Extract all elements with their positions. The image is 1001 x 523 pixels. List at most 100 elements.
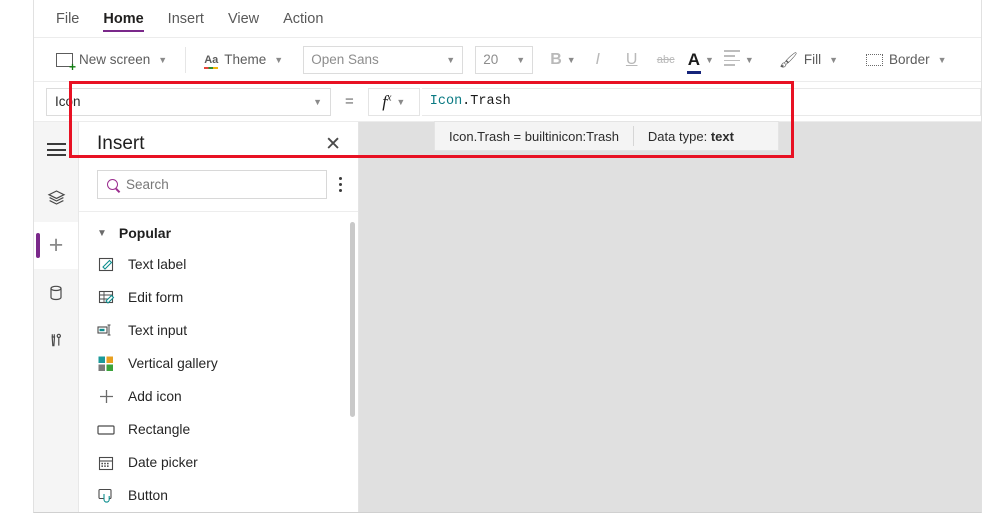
menu-item-action[interactable]: Action xyxy=(271,0,335,37)
font-size-group: 20 ▼ xyxy=(469,38,539,81)
italic-label: I xyxy=(595,50,600,68)
new-screen-group: + New screen ▼ xyxy=(42,38,181,81)
studio-body: + Insert ✕ Search ▼ Popular Text label E… xyxy=(34,122,981,512)
insert-panel: Insert ✕ Search ▼ Popular Text label Edi… xyxy=(79,122,359,512)
date-picker-icon xyxy=(97,455,115,471)
data-type-label: Data type: xyxy=(647,128,708,144)
underline-button[interactable]: U xyxy=(615,45,649,75)
theme-label: Theme xyxy=(224,52,267,67)
data-type-value: text xyxy=(710,128,734,144)
panel-scrollbar-thumb[interactable] xyxy=(350,222,355,417)
rail-button-menu[interactable] xyxy=(34,128,78,175)
font-size-value: 20 xyxy=(483,52,499,67)
panel-scrollbar[interactable] xyxy=(350,222,355,504)
bold-button[interactable]: B ▼ xyxy=(545,45,580,75)
insert-item-date-picker[interactable]: Date picker xyxy=(79,446,358,479)
fill-label: Fill xyxy=(803,52,822,67)
insert-item-label: Text input xyxy=(128,323,188,338)
property-select[interactable]: Icon ▼ xyxy=(46,87,331,116)
section-header-popular[interactable]: ▼ Popular xyxy=(79,218,358,248)
chevron-down-icon: ▼ xyxy=(313,96,322,107)
formula-token-object: Icon xyxy=(429,94,463,109)
chevron-down-icon: ▼ xyxy=(446,54,456,65)
layers-icon xyxy=(47,190,65,205)
chevron-down-icon: ▼ xyxy=(516,54,526,65)
insert-item-edit-form[interactable]: Edit form xyxy=(79,281,358,314)
equals-sign: = xyxy=(345,93,354,110)
fx-label: fx xyxy=(382,91,392,111)
font-family-value: Open Sans xyxy=(311,52,379,67)
text-input-icon xyxy=(97,322,115,339)
chevron-down-icon: ▼ xyxy=(396,96,406,107)
text-format-group: B ▼ I U abc A ▼ ▼ xyxy=(539,38,765,81)
border-group: Border ▼ xyxy=(852,38,960,81)
rail-button-insert[interactable]: + xyxy=(34,222,78,269)
insert-search-row: Search xyxy=(79,166,358,212)
more-options-icon[interactable] xyxy=(333,174,348,195)
strikethrough-label: abc xyxy=(656,53,675,66)
insert-item-button[interactable]: Button xyxy=(79,479,358,512)
italic-button[interactable]: I xyxy=(581,45,615,75)
font-color-icon: A xyxy=(686,49,702,74)
border-button[interactable]: Border ▼ xyxy=(858,47,954,72)
app-canvas: Yvonne McKay (sample) someone_a@example.… xyxy=(359,122,981,512)
chevron-down-icon: ▼ xyxy=(704,54,714,65)
database-icon xyxy=(50,285,62,300)
formula-input[interactable]: Icon .Trash xyxy=(421,87,981,116)
font-size-select[interactable]: 20 ▼ xyxy=(475,45,534,74)
insert-item-label: Add icon xyxy=(128,389,182,404)
insert-item-text-input[interactable]: Text input xyxy=(79,314,358,347)
insert-item-label: Vertical gallery xyxy=(128,356,218,371)
hamburger-icon xyxy=(46,143,66,160)
formula-bar: Icon ▼ = fx ▼ Icon .Trash xyxy=(34,82,981,122)
formula-intellisense-tooltip: Icon.Trash = builtinicon:Trash Data type… xyxy=(434,121,779,151)
menu-item-insert[interactable]: Insert xyxy=(156,0,216,37)
new-screen-button[interactable]: + New screen ▼ xyxy=(48,47,175,73)
fill-button[interactable]: 🖌 Fill ▼ xyxy=(771,46,846,74)
insert-item-add-icon[interactable]: Add icon xyxy=(79,380,358,413)
search-input[interactable]: Search xyxy=(97,170,327,199)
chevron-down-icon: ▼ xyxy=(274,54,284,65)
intellisense-definition: Icon.Trash = builtinicon:Trash xyxy=(449,128,619,144)
rail-button-data[interactable] xyxy=(34,269,78,316)
menu-item-file[interactable]: File xyxy=(44,0,91,37)
underline-label: U xyxy=(625,50,638,68)
theme-icon: Aa xyxy=(204,54,219,69)
insert-item-list[interactable]: ▼ Popular Text label Edit form Text inpu… xyxy=(79,212,358,512)
font-family-group: Open Sans ▼ xyxy=(297,38,469,81)
rail-button-media[interactable] xyxy=(34,316,78,363)
menu-item-view[interactable]: View xyxy=(216,0,271,37)
button-icon xyxy=(97,487,115,504)
border-label: Border xyxy=(889,52,930,67)
rail-button-tree-view[interactable] xyxy=(34,175,78,222)
tools-icon xyxy=(51,333,61,346)
fill-group: 🖌 Fill ▼ xyxy=(765,38,852,81)
close-icon[interactable]: ✕ xyxy=(325,135,341,154)
vertical-gallery-icon xyxy=(97,356,115,372)
insert-item-label: Date picker xyxy=(128,455,198,470)
border-icon xyxy=(866,53,884,66)
section-label: Popular xyxy=(118,225,172,241)
insert-item-text-label[interactable]: Text label xyxy=(79,248,358,281)
fx-button[interactable]: fx ▼ xyxy=(367,87,420,116)
chevron-down-icon: ▼ xyxy=(937,54,947,65)
align-left-icon xyxy=(723,50,740,68)
edit-form-icon xyxy=(97,289,115,306)
menu-item-home[interactable]: Home xyxy=(91,0,155,37)
font-color-button[interactable]: A ▼ xyxy=(683,45,719,75)
insert-item-rectangle[interactable]: Rectangle xyxy=(79,413,358,446)
chevron-down-icon: ▼ xyxy=(744,54,754,65)
insert-panel-title: Insert xyxy=(97,133,145,154)
align-button[interactable]: ▼ xyxy=(719,45,759,75)
ribbon-divider xyxy=(185,46,187,73)
theme-group: Aa Theme ▼ xyxy=(190,38,297,81)
insert-item-vertical-gallery[interactable]: Vertical gallery xyxy=(79,347,358,380)
new-screen-label: New screen xyxy=(79,52,151,67)
search-placeholder: Search xyxy=(126,177,169,192)
strikethrough-button[interactable]: abc xyxy=(649,45,683,75)
chevron-down-icon: ▼ xyxy=(829,54,839,65)
formula-token-member: .Trash xyxy=(462,94,511,109)
theme-button[interactable]: Aa Theme ▼ xyxy=(196,47,291,72)
font-family-select[interactable]: Open Sans ▼ xyxy=(303,45,464,74)
powerapps-studio-window: File Home Insert View Action + New scree… xyxy=(33,0,982,513)
